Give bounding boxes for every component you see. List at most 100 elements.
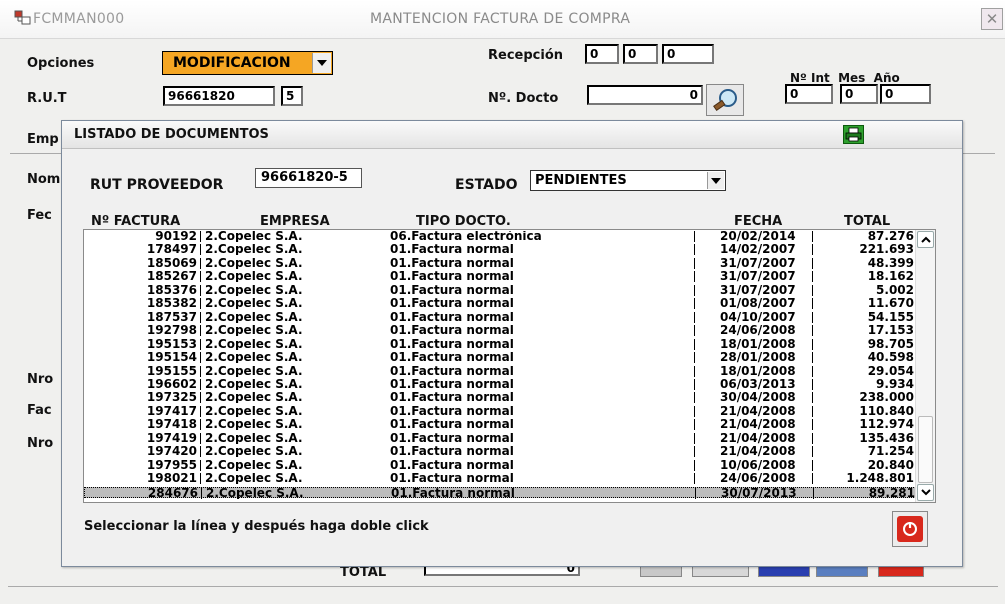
table-row[interactable]: 90192 2.Copelec S.A. 06.Factura electrónic…	[84, 231, 916, 242]
cell-empresa: 2.Copelec S.A.	[205, 257, 303, 269]
documents-table[interactable]: 90192 2.Copelec S.A. 06.Factura electrónic…	[83, 229, 936, 503]
dialog-title: LISTADO DE DOCUMENTOS	[74, 127, 269, 142]
table-row[interactable]: 195155 2.Copelec S.A. 01.Factura normal 18/…	[84, 365, 916, 377]
cell-total: 11.670	[867, 298, 914, 310]
toolbar-button[interactable]	[640, 566, 682, 577]
app-code: FCMMAN000	[33, 11, 125, 27]
estado-select[interactable]: PENDIENTES	[530, 170, 726, 191]
cell-fecha: 21/04/2008	[696, 405, 813, 417]
table-row[interactable]: 198021 2.Copelec S.A. 01.Factura normal 24/…	[84, 473, 916, 485]
cell-tipo: 01.Factura normal	[388, 365, 695, 377]
cell-factura: 185376	[84, 284, 201, 296]
cell-total: 20.840	[867, 459, 914, 471]
table-row[interactable]: 197417 2.Copelec S.A. 01.Factura normal 21/…	[84, 405, 916, 417]
chevron-down-icon[interactable]	[312, 53, 331, 73]
close-button[interactable]: ✕	[981, 8, 1003, 30]
toolbar-button[interactable]	[758, 566, 810, 577]
cell-tipo: 01.Factura normal	[388, 432, 695, 444]
rut-dv-input[interactable]: 5	[281, 86, 303, 106]
table-row[interactable]: 185376 2.Copelec S.A. 01.Factura normal 31/…	[84, 284, 916, 296]
cell-fecha: 24/06/2008	[696, 325, 813, 337]
printer-button[interactable]	[843, 125, 864, 144]
cell-empresa: 2.Copelec S.A.	[205, 298, 303, 310]
scroll-thumb[interactable]	[918, 416, 933, 483]
table-row[interactable]: 185267 2.Copelec S.A. 01.Factura normal 31/…	[84, 271, 916, 283]
col-fecha: FECHA	[734, 214, 783, 229]
table-row[interactable]: 196602 2.Copelec S.A. 01.Factura normal 06/…	[84, 378, 916, 390]
rut-proveedor-label: RUT PROVEEDOR	[90, 177, 224, 193]
chevron-down-icon[interactable]	[707, 172, 724, 189]
toolbar-button[interactable]	[692, 566, 749, 577]
cell-factura: 195154	[84, 352, 201, 364]
table-row[interactable]: 197419 2.Copelec S.A. 01.Factura normal 21/…	[84, 432, 916, 444]
cell-fecha: 30/04/2008	[696, 392, 813, 404]
cell-total: 89.281	[868, 487, 915, 499]
toolbar-button[interactable]	[816, 566, 868, 577]
cell-empresa: 2.Copelec S.A.	[205, 338, 303, 350]
nom-label: Nom	[27, 172, 61, 187]
recepcion-field-3[interactable]: 0	[662, 44, 714, 64]
table-row[interactable]: 195153 2.Copelec S.A. 01.Factura normal 18/…	[84, 338, 916, 350]
nint-header: Nº Int Mes Año	[790, 71, 900, 85]
ndocto-input[interactable]: 0	[587, 85, 703, 105]
cell-tipo: 06.Factura electrónica	[388, 231, 695, 242]
col-tipo: TIPO DOCTO.	[416, 214, 511, 229]
cell-total: 40.598	[867, 352, 914, 364]
table-row[interactable]: 185382 2.Copelec S.A. 01.Factura normal 01/…	[84, 298, 916, 310]
table-row[interactable]: 187537 2.Copelec S.A. 01.Factura normal 04/…	[84, 311, 916, 323]
cell-fecha: 18/01/2008	[696, 365, 813, 377]
table-row[interactable]: 185069 2.Copelec S.A. 01.Factura normal 31/…	[84, 257, 916, 269]
search-button[interactable]	[706, 84, 744, 116]
table-row[interactable]: 197325 2.Copelec S.A. 01.Factura normal 30/…	[84, 392, 916, 404]
nint-field[interactable]: 0	[785, 84, 833, 104]
cell-fecha: 06/03/2013	[696, 378, 813, 390]
table-row[interactable]: 192798 2.Copelec S.A. 01.Factura normal 24/…	[84, 325, 916, 337]
recepcion-label: Recepción	[488, 48, 564, 63]
opciones-value: MODIFICACION	[173, 55, 291, 71]
cell-factura: 192798	[84, 325, 201, 337]
exit-button-face	[897, 516, 923, 542]
table-row[interactable]: 284676 2.Copelec S.A. 01.Factura normal 30/…	[84, 486, 916, 499]
cell-fecha: 18/01/2008	[696, 338, 813, 350]
mes-field[interactable]: 0	[840, 84, 878, 104]
title-bar: FCMMAN000 MANTENCION FACTURA DE COMPRA ✕	[0, 0, 1005, 39]
table-row[interactable]: 197418 2.Copelec S.A. 01.Factura normal 21/…	[84, 419, 916, 431]
table-row[interactable]: 197420 2.Copelec S.A. 01.Factura normal 21/…	[84, 446, 916, 458]
rut-proveedor-field[interactable]: 96661820-5	[255, 168, 362, 188]
cell-total: 18.162	[867, 271, 914, 283]
cell-empresa: 2.Copelec S.A.	[205, 271, 303, 283]
cell-empresa: 2.Copelec S.A.	[205, 365, 303, 377]
cell-empresa: 2.Copelec S.A.	[205, 446, 303, 458]
printer-icon	[845, 127, 862, 142]
table-row[interactable]: 197955 2.Copelec S.A. 01.Factura normal 10/…	[84, 459, 916, 471]
exit-button[interactable]	[892, 511, 928, 547]
cell-tipo: 01.Factura normal	[388, 446, 695, 458]
toolbar-button[interactable]	[878, 566, 924, 577]
cell-factura: 197418	[84, 419, 201, 431]
opciones-select[interactable]: MODIFICACION	[162, 51, 333, 75]
table-row[interactable]: 195154 2.Copelec S.A. 01.Factura normal 28/…	[84, 352, 916, 364]
fec-label: Fec	[27, 208, 52, 223]
scroll-down-button[interactable]	[917, 484, 934, 501]
cell-tipo: 01.Factura normal	[388, 298, 695, 310]
recepcion-field-2[interactable]: 0	[623, 44, 658, 64]
scroll-up-button[interactable]	[917, 231, 934, 248]
cell-empresa: 2.Copelec S.A.	[205, 231, 303, 242]
recepcion-field-1[interactable]: 0	[585, 44, 619, 64]
table-row[interactable]: 178497 2.Copelec S.A. 01.Factura normal 14/…	[84, 244, 916, 256]
cell-fecha: 21/04/2008	[696, 446, 813, 458]
col-total: TOTAL	[844, 214, 891, 229]
cell-fecha: 21/04/2008	[696, 432, 813, 444]
cell-empresa: 2.Copelec S.A.	[205, 352, 303, 364]
cell-fecha: 20/02/2014	[696, 231, 813, 242]
scrollbar[interactable]	[915, 230, 935, 502]
anio-field[interactable]: 0	[880, 84, 931, 104]
cell-fecha: 31/07/2007	[696, 257, 813, 269]
cell-empresa: 2.Copelec S.A.	[205, 459, 303, 471]
cell-tipo: 01.Factura normal	[388, 459, 695, 471]
cell-empresa: 2.Copelec S.A.	[205, 392, 303, 404]
rut-input[interactable]: 96661820	[163, 86, 275, 106]
cell-total: 87.276	[867, 231, 914, 242]
cell-fecha: 24/06/2008	[696, 473, 813, 485]
cell-factura: 197420	[84, 446, 201, 458]
